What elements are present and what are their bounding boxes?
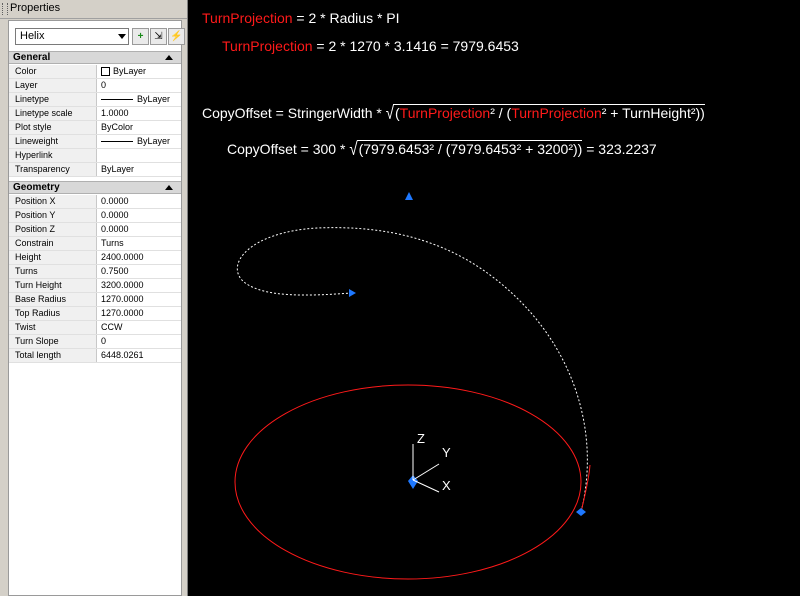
prop-label: Constrain: [9, 237, 97, 250]
palette-title: Properties: [10, 2, 61, 14]
prop-label: Base Radius: [9, 293, 97, 306]
prop-value[interactable]: 2400.0000: [98, 251, 180, 264]
color-swatch-icon: [101, 67, 110, 77]
prop-label: Total length: [9, 349, 97, 362]
prop-value-text: ByLayer: [113, 66, 147, 76]
prop-label: Turn Height: [9, 279, 97, 292]
object-type-dropdown[interactable]: Helix: [15, 28, 129, 45]
prop-row-turn-height[interactable]: Turn Height 3200.0000: [9, 279, 181, 293]
ucs-axis-icon: [412, 444, 440, 493]
prop-value-text: ByLayer: [137, 136, 171, 146]
prop-row-twist[interactable]: Twist CCW: [9, 321, 181, 335]
prop-label: Height: [9, 251, 97, 264]
ucs-z-label: Z: [417, 431, 425, 446]
drawing-canvas[interactable]: TurnProjection = 2 * Radius * PI TurnPro…: [189, 0, 800, 596]
collapse-arrow-icon: [165, 185, 173, 190]
prop-label: Twist: [9, 321, 97, 334]
prop-label: Linetype scale: [9, 107, 97, 120]
section-geometry-title: Geometry: [13, 182, 60, 193]
prop-row-position-x[interactable]: Position X 0.0000: [9, 195, 181, 209]
prop-label: Transparency: [9, 163, 97, 176]
lineweight-sample-icon: [101, 141, 133, 143]
prop-row-layer[interactable]: Layer 0: [9, 79, 181, 93]
toggle-pickadd-button[interactable]: +: [132, 28, 149, 45]
prop-value[interactable]: 1.0000: [98, 107, 180, 120]
prop-value[interactable]: [98, 149, 180, 162]
palette-title-bar[interactable]: Properties: [0, 0, 187, 19]
chevron-down-icon: [118, 34, 126, 39]
helix-top-grip-icon[interactable]: [349, 289, 356, 297]
prop-value[interactable]: ByLayer: [98, 135, 180, 148]
prop-label: Turns: [9, 265, 97, 278]
prop-value[interactable]: ByLayer: [98, 163, 180, 176]
quick-select-button[interactable]: ⚡: [168, 28, 185, 45]
prop-value[interactable]: ByLayer: [98, 65, 180, 78]
drawing-geometry: [234, 192, 591, 580]
prop-row-turn-slope[interactable]: Turn Slope 0: [9, 335, 181, 349]
prop-label: Position Y: [9, 209, 97, 222]
section-general-header[interactable]: General: [9, 51, 181, 64]
prop-value[interactable]: 0: [98, 79, 180, 92]
section-general-title: General: [13, 52, 51, 63]
prop-label: Top Radius: [9, 307, 97, 320]
prop-value[interactable]: 0.7500: [98, 265, 180, 278]
prop-value[interactable]: 3200.0000: [98, 279, 180, 292]
prop-label: Color: [9, 65, 97, 78]
prop-row-constrain[interactable]: Constrain Turns: [9, 237, 181, 251]
object-type-value: Helix: [20, 30, 45, 42]
prop-label: Position X: [9, 195, 97, 208]
section-geometry-header[interactable]: Geometry: [9, 181, 181, 194]
prop-row-hyperlink[interactable]: Hyperlink: [9, 149, 181, 163]
helix-base-circle[interactable]: [234, 384, 582, 580]
prop-label: Lineweight: [9, 135, 97, 148]
prop-label: Position Z: [9, 223, 97, 236]
prop-value-text: ByLayer: [137, 94, 171, 104]
prop-row-position-y[interactable]: Position Y 0.0000: [9, 209, 181, 223]
prop-label: Plot style: [9, 121, 97, 134]
prop-value[interactable]: Turns: [98, 237, 180, 250]
select-objects-button[interactable]: ⇲: [150, 28, 167, 45]
linetype-sample-icon: [101, 99, 133, 101]
prop-row-total-length[interactable]: Total length 6448.0261: [9, 349, 181, 363]
ucs-y-label: Y: [442, 445, 451, 460]
helix-height-grip-icon[interactable]: [405, 192, 413, 200]
prop-label: Turn Slope: [9, 335, 97, 348]
prop-row-linetype-scale[interactable]: Linetype scale 1.0000: [9, 107, 181, 121]
prop-row-base-radius[interactable]: Base Radius 1270.0000: [9, 293, 181, 307]
prop-value[interactable]: 0.0000: [98, 223, 180, 236]
prop-label: Linetype: [9, 93, 97, 106]
prop-value[interactable]: 1270.0000: [98, 293, 180, 306]
prop-label: Hyperlink: [9, 149, 97, 162]
prop-row-plot-style[interactable]: Plot style ByColor: [9, 121, 181, 135]
prop-value: 6448.0261: [101, 350, 144, 360]
prop-value[interactable]: 0.0000: [98, 195, 180, 208]
prop-row-top-radius[interactable]: Top Radius 1270.0000: [9, 307, 181, 321]
palette-grip-handle[interactable]: [2, 3, 8, 15]
prop-value[interactable]: 0.0000: [98, 209, 180, 222]
helix-path[interactable]: [236, 227, 588, 513]
prop-row-position-z[interactable]: Position Z 0.0000: [9, 223, 181, 237]
prop-row-color[interactable]: Color ByLayer: [9, 65, 181, 79]
helix-start-segment: [580, 464, 591, 513]
prop-row-turns[interactable]: Turns 0.7500: [9, 265, 181, 279]
prop-label: Layer: [9, 79, 97, 92]
helix-base-grip-icon[interactable]: [576, 508, 586, 516]
prop-value[interactable]: 1270.0000: [98, 307, 180, 320]
ucs-x-label: X: [442, 478, 451, 493]
prop-row-transparency[interactable]: Transparency ByLayer: [9, 163, 181, 177]
prop-value[interactable]: CCW: [98, 321, 180, 334]
prop-row-lineweight[interactable]: Lineweight ByLayer: [9, 135, 181, 149]
prop-value[interactable]: ByColor: [98, 121, 180, 134]
prop-row-linetype[interactable]: Linetype ByLayer: [9, 93, 181, 107]
prop-row-height[interactable]: Height 2400.0000: [9, 251, 181, 265]
collapse-arrow-icon: [165, 55, 173, 60]
prop-value[interactable]: ByLayer: [98, 93, 180, 106]
palette-body: Helix + ⇲ ⚡ General Color ByLayer Layer …: [8, 20, 185, 596]
properties-palette: Properties Helix + ⇲ ⚡ General Color ByL…: [0, 0, 188, 596]
prop-value[interactable]: 0: [98, 335, 180, 348]
